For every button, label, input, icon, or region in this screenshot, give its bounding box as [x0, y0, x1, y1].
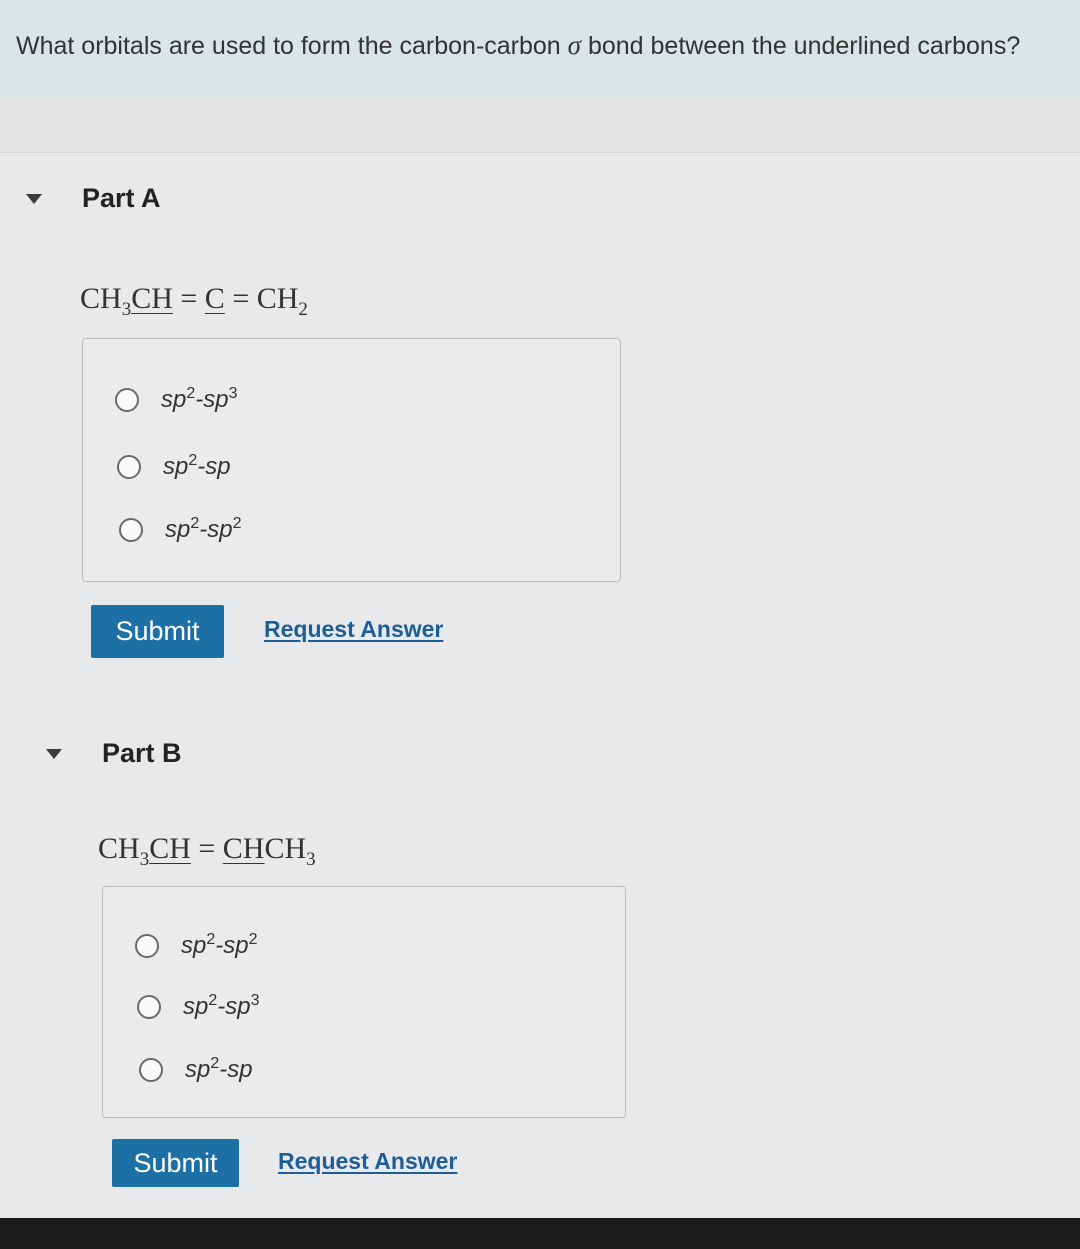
- divider-band: [0, 98, 1080, 153]
- radio-button[interactable]: [119, 517, 143, 542]
- part-a-option-2[interactable]: sp2-sp: [117, 452, 231, 481]
- part-b-formula: CH3CH = CHCH3: [98, 832, 316, 870]
- sigma-symbol: σ: [567, 30, 581, 60]
- part-b-option-1[interactable]: sp2-sp2: [135, 931, 258, 960]
- part-a-formula: CH3CH = C = CH2: [80, 282, 308, 320]
- option-label: sp2-sp2: [165, 515, 242, 543]
- option-label: sp2-sp2: [181, 931, 258, 959]
- collapse-caret-icon[interactable]: [26, 193, 42, 204]
- radio-button[interactable]: [135, 933, 159, 958]
- part-a-header[interactable]: Part A: [26, 183, 161, 214]
- part-a-option-1[interactable]: sp2-sp3: [115, 385, 238, 414]
- part-b-title: Part B: [102, 738, 182, 768]
- part-b-option-2[interactable]: sp2-sp3: [137, 992, 260, 1021]
- part-b-submit-button[interactable]: Submit: [112, 1139, 239, 1187]
- radio-button[interactable]: [137, 994, 161, 1019]
- part-b-header[interactable]: Part B: [46, 738, 182, 769]
- part-a-submit-button[interactable]: Submit: [91, 605, 224, 658]
- part-b-options-box: sp2-sp2 sp2-sp3 sp2-sp: [102, 886, 626, 1118]
- part-b-option-3[interactable]: sp2-sp: [139, 1055, 253, 1084]
- option-label: sp2-sp3: [183, 992, 260, 1020]
- collapse-caret-icon[interactable]: [46, 748, 62, 759]
- part-a-options-box: sp2-sp3 sp2-sp sp2-sp2: [82, 338, 621, 582]
- radio-button[interactable]: [115, 387, 139, 412]
- part-a-request-answer-link[interactable]: Request Answer: [264, 616, 443, 643]
- question-text: What orbitals are used to form the carbo…: [16, 30, 1021, 60]
- option-label: sp2-sp: [163, 452, 231, 480]
- part-a-option-3[interactable]: sp2-sp2: [119, 515, 242, 544]
- screen-bezel: [0, 1218, 1080, 1249]
- radio-button[interactable]: [139, 1057, 163, 1082]
- radio-button[interactable]: [117, 454, 141, 479]
- option-label: sp2-sp3: [161, 385, 238, 413]
- question-bar: What orbitals are used to form the carbo…: [0, 0, 1080, 99]
- option-label: sp2-sp: [185, 1055, 253, 1083]
- part-a-title: Part A: [82, 183, 161, 213]
- part-b-request-answer-link[interactable]: Request Answer: [278, 1148, 457, 1175]
